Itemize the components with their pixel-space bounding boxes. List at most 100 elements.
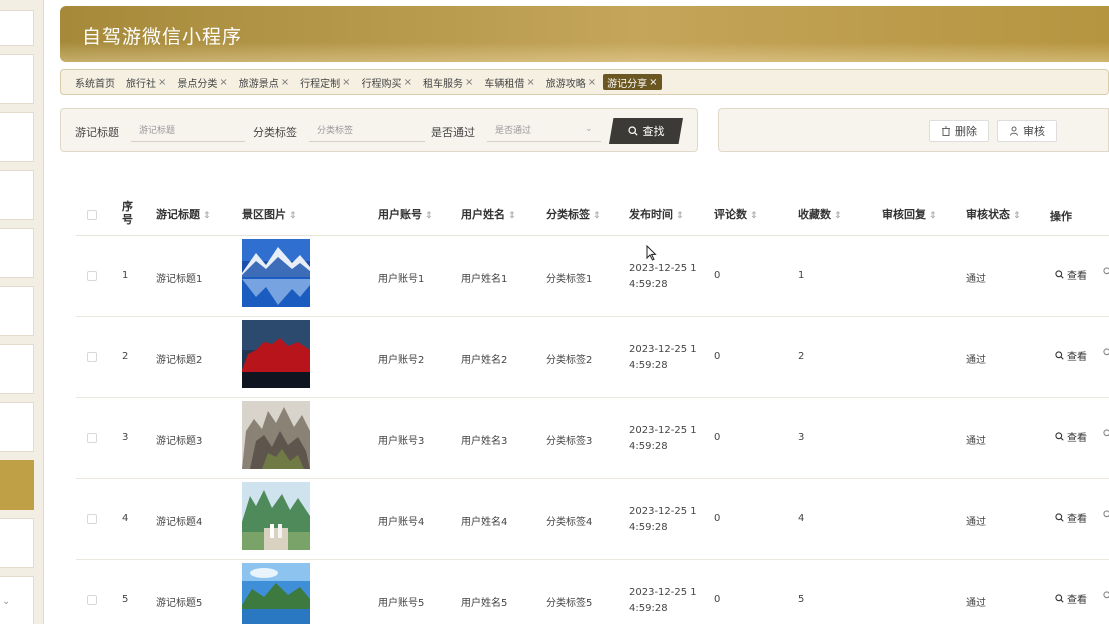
close-icon[interactable]: × (526, 77, 534, 88)
cell-tag: 分类标签3 (546, 436, 593, 447)
tab-1[interactable]: 旅行社 × (122, 74, 170, 90)
view-button-label: 查看 (1067, 271, 1087, 282)
scenic-image[interactable] (242, 239, 310, 307)
cell-title: 游记标题4 (156, 517, 203, 528)
view-button-label: 查看 (1067, 514, 1087, 525)
close-icon[interactable]: × (342, 77, 350, 88)
sidebar-item[interactable] (0, 518, 34, 568)
row-checkbox[interactable] (87, 352, 97, 362)
sidebar-item[interactable] (0, 10, 34, 46)
tab-5[interactable]: 行程购买 × (358, 74, 416, 90)
close-icon[interactable]: × (465, 77, 473, 88)
row-checkbox[interactable] (87, 514, 97, 524)
sort-icon[interactable]: ⇕ (425, 211, 433, 221)
scenic-image[interactable] (242, 563, 310, 624)
column-header-title[interactable]: 游记标题 ⇕ (156, 206, 211, 222)
cell-account: 用户账号4 (378, 517, 425, 528)
column-header-comments[interactable]: 评论数 ⇕ (714, 206, 758, 222)
table-row[interactable]: 2 游记标题2 用户账号2 用户姓名2 分类标签2 2023-12-25 14:… (76, 317, 1109, 398)
trash-icon (942, 126, 950, 136)
row-checkbox[interactable] (87, 595, 97, 605)
tab-6[interactable]: 租车服务 × (419, 74, 477, 90)
view-button[interactable]: 查看 (1055, 348, 1087, 363)
search-icon[interactable] (1103, 429, 1109, 441)
cell-status: 通过 (966, 598, 986, 609)
tab-0[interactable]: 系统首页 (71, 74, 119, 90)
search-button[interactable]: 查找 (609, 118, 683, 144)
select-all-checkbox[interactable] (87, 210, 97, 220)
tab-7[interactable]: 车辆租借 × (480, 74, 538, 90)
column-header-title-label: 游记标题 (156, 208, 200, 221)
pass-filter-select[interactable]: 是否通过 (487, 120, 601, 142)
tab-label: 系统首页 (75, 78, 115, 90)
column-header-tag[interactable]: 分类标签 ⇕ (546, 206, 601, 222)
table-row[interactable]: 4 游记标题4 用户账号4 用户姓名4 分类标签4 2023-12-25 14:… (76, 479, 1109, 560)
sort-icon[interactable]: ⇕ (676, 211, 684, 221)
close-icon[interactable]: × (649, 77, 657, 88)
column-header-image-label: 景区图片 (242, 208, 286, 221)
row-checkbox[interactable] (87, 433, 97, 443)
close-icon[interactable]: × (588, 77, 596, 88)
cell-time: 2023-12-25 14:59:28 (629, 587, 697, 614)
sort-icon[interactable]: ⇕ (289, 211, 297, 221)
tab-9[interactable]: 游记分享 × (603, 74, 662, 90)
search-icon[interactable] (1103, 267, 1109, 279)
sort-icon[interactable]: ⇕ (203, 211, 211, 221)
cell-status: 通过 (966, 436, 986, 447)
sidebar-item[interactable] (0, 170, 34, 220)
view-button-label: 查看 (1067, 595, 1087, 606)
cell-status: 通过 (966, 517, 986, 528)
column-header-favorites[interactable]: 收藏数 ⇕ (798, 206, 842, 222)
tab-4[interactable]: 行程定制 × (296, 74, 354, 90)
table-row[interactable]: 5 游记标题5 用户账号5 用户姓名5 分类标签5 2023-12-25 14:… (76, 560, 1109, 624)
search-icon[interactable] (1103, 510, 1109, 522)
delete-button[interactable]: 删除 (929, 120, 989, 142)
sidebar-item[interactable] (0, 54, 34, 104)
cell-tag: 分类标签4 (546, 517, 593, 528)
sidebar-item[interactable] (0, 344, 34, 394)
row-checkbox[interactable] (87, 271, 97, 281)
close-icon[interactable]: × (404, 77, 412, 88)
sidebar-item[interactable] (0, 402, 34, 452)
column-header-status[interactable]: 审核状态 ⇕ (966, 206, 1021, 222)
close-icon[interactable]: × (219, 77, 227, 88)
sort-icon[interactable]: ⇕ (593, 211, 601, 221)
scenic-image[interactable] (242, 320, 310, 388)
column-header-name[interactable]: 用户姓名 ⇕ (461, 206, 516, 222)
tab-8[interactable]: 旅游攻略 × (542, 74, 600, 90)
view-button[interactable]: 查看 (1055, 429, 1087, 444)
sidebar-item[interactable] (0, 228, 34, 278)
column-header-time[interactable]: 发布时间 ⇕ (629, 206, 684, 222)
close-icon[interactable]: × (281, 77, 289, 88)
tab-2[interactable]: 景点分类 × (173, 74, 231, 90)
scenic-image[interactable] (242, 401, 310, 469)
column-header-reply[interactable]: 审核回复 ⇕ (882, 206, 937, 222)
column-header-account[interactable]: 用户账号 ⇕ (378, 206, 433, 222)
tab-label: 景点分类 (177, 78, 218, 90)
tag-filter-input[interactable]: 分类标签 (309, 120, 425, 142)
scenic-image[interactable] (242, 482, 310, 550)
sort-icon[interactable]: ⇕ (750, 211, 758, 221)
chevron-down-icon: ⌄ (585, 124, 593, 134)
search-icon[interactable] (1103, 591, 1109, 603)
search-icon[interactable] (1103, 348, 1109, 360)
column-header-image[interactable]: 景区图片 ⇕ (242, 206, 297, 222)
sidebar-item[interactable] (0, 286, 34, 336)
sidebar-item[interactable] (0, 112, 34, 162)
view-button[interactable]: 查看 (1055, 591, 1087, 606)
chevron-down-icon[interactable]: ⌄ (2, 596, 10, 607)
sort-icon[interactable]: ⇕ (508, 211, 516, 221)
tab-3[interactable]: 旅游景点 × (235, 74, 293, 90)
table-row[interactable]: 3 游记标题3 用户账号3 用户姓名3 分类标签3 2023-12-25 14:… (76, 398, 1109, 479)
close-icon[interactable]: × (158, 77, 166, 88)
sidebar-item-active[interactable] (0, 460, 34, 510)
sidebar: ⌄ (0, 0, 44, 624)
review-button[interactable]: 审核 (997, 120, 1057, 142)
title-filter-input[interactable]: 游记标题 (131, 120, 245, 142)
view-button[interactable]: 查看 (1055, 510, 1087, 525)
sort-icon[interactable]: ⇕ (1013, 211, 1021, 221)
view-button[interactable]: 查看 (1055, 267, 1087, 282)
sort-icon[interactable]: ⇕ (834, 211, 842, 221)
table-row[interactable]: 1 游记标题1 用户账号1 用户姓名1 分类标签1 2023-12-25 14:… (76, 236, 1109, 317)
sort-icon[interactable]: ⇕ (929, 211, 937, 221)
